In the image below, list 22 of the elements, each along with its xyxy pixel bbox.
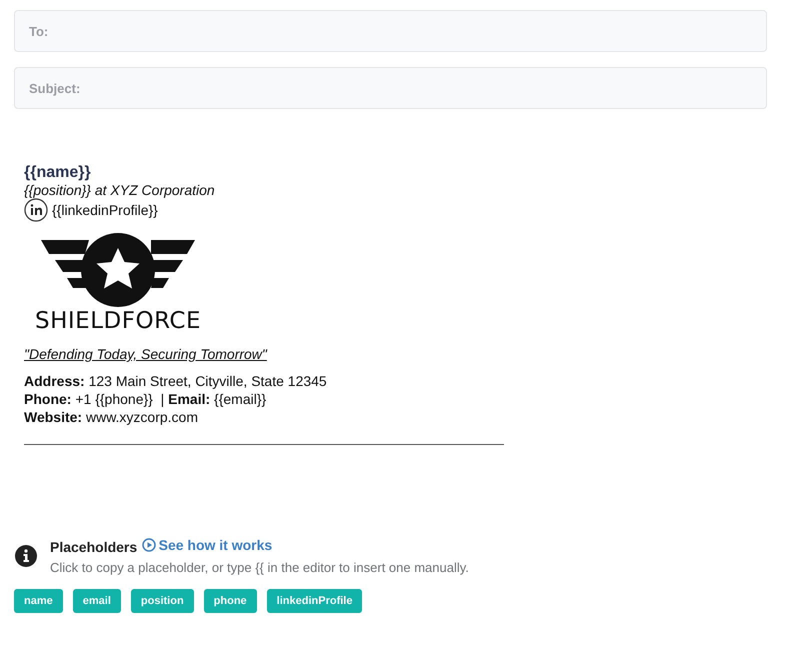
signature-title: {{position}} at XYZ Corporation (24, 182, 216, 198)
signature-name: {{name}} (24, 164, 92, 182)
placeholder-chip[interactable]: name (14, 589, 63, 613)
contact-line: Phone: +1 {{phone}} | Email: {{email}} (24, 390, 268, 408)
logo-text: SHIELDFORCE (35, 308, 201, 334)
contact-line: Website: www.xyzcorp.com (24, 408, 200, 426)
see-how-it-works-link[interactable]: See how it works (142, 537, 272, 553)
placeholders-hint: Click to copy a placeholder, or type {{ in the editor to insert one manually. (50, 560, 469, 575)
placeholders-title: Placeholders (50, 539, 138, 555)
placeholder-chip[interactable]: phone (204, 589, 257, 613)
play-icon (142, 538, 156, 552)
shield-star-logo-icon (41, 232, 195, 308)
placeholder-chip[interactable]: email (72, 589, 121, 613)
info-icon (14, 544, 38, 568)
placeholder-chip[interactable]: position (130, 589, 194, 613)
tagline: "Defending Today, Securing Tomorrow" (24, 346, 268, 362)
contact-line: Address: 123 Main Street, Cityville, State 12345 (24, 372, 328, 390)
placeholder-chip[interactable]: linkedinProfile (266, 589, 362, 613)
text-field[interactable]: Subject: (14, 67, 767, 109)
linkedin-profile: {{linkedinProfile}} (52, 202, 158, 218)
text-field[interactable]: To: (14, 10, 767, 52)
linkedin-icon[interactable] (24, 198, 48, 222)
